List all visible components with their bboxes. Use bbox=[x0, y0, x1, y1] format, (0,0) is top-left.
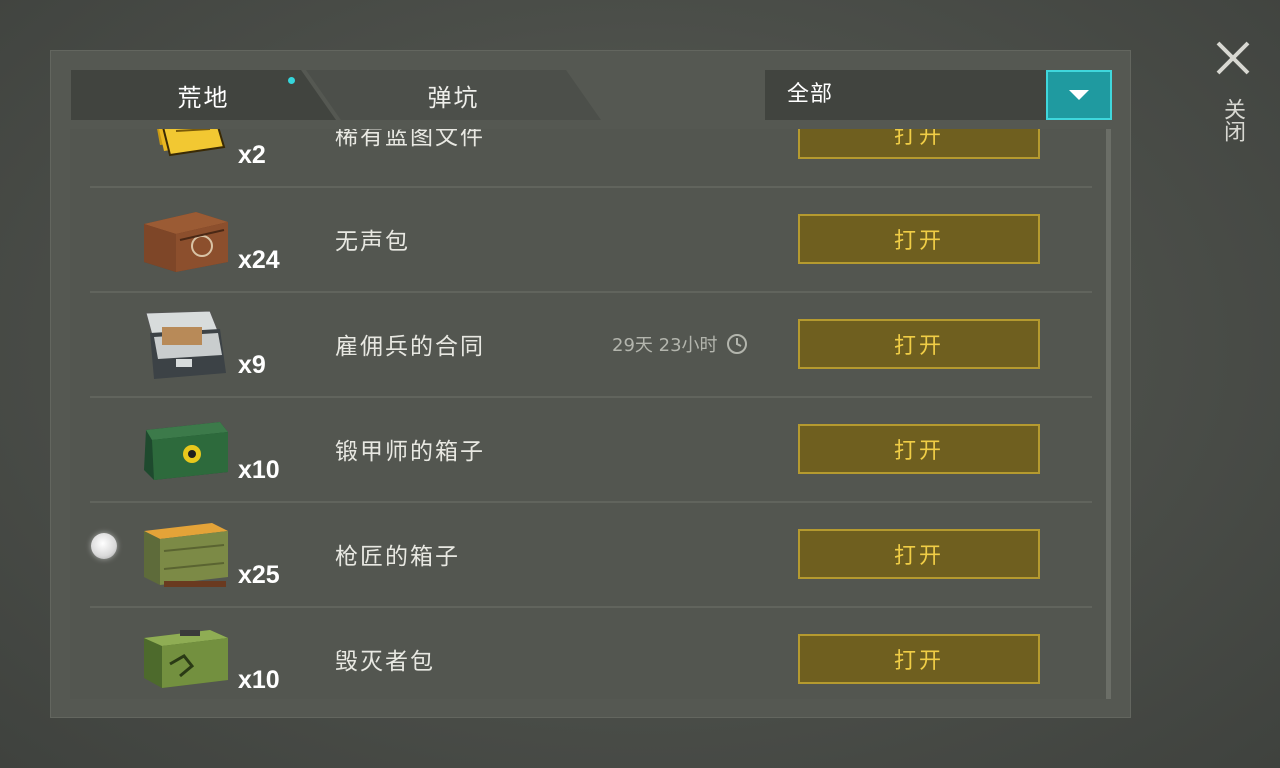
tab-label: 荒地 bbox=[177, 83, 230, 112]
item-name: 毁灭者包 bbox=[335, 649, 435, 675]
scrollbar[interactable] bbox=[1106, 129, 1111, 699]
item-count: x9 bbox=[238, 351, 266, 379]
item-name: 雇佣兵的合同 bbox=[335, 334, 485, 360]
item-name: 锻甲师的箱子 bbox=[335, 439, 485, 465]
item-name: 稀有蓝图文件 bbox=[335, 129, 485, 150]
green-biohazard-chest-icon bbox=[144, 422, 228, 480]
tab-wasteland[interactable]: 荒地 bbox=[71, 70, 336, 120]
open-button[interactable]: 打开 bbox=[798, 129, 1040, 159]
yellow-folder-icon bbox=[157, 129, 226, 157]
dropdown-toggle-button[interactable] bbox=[1046, 70, 1112, 120]
item-list[interactable]: x2 稀有蓝图文件 打开 x24 无声包 打开 x9 雇佣兵的合同 29天 23… bbox=[70, 129, 1111, 699]
inventory-panel: 荒地 弹坑 全部 x2 稀有蓝图文件 打开 x24 无声包 打开 x9 雇佣兵的… bbox=[50, 50, 1131, 718]
item-name: 无声包 bbox=[335, 229, 410, 255]
item-count: x10 bbox=[238, 456, 280, 484]
item-name: 枪匠的箱子 bbox=[335, 544, 460, 570]
close-icon bbox=[1216, 41, 1250, 75]
close-label: 关闭 bbox=[1220, 98, 1245, 142]
wooden-crate-icon bbox=[144, 212, 228, 272]
orange-crate-icon bbox=[144, 523, 228, 587]
open-button[interactable]: 打开 bbox=[798, 424, 1040, 474]
list-item: x10 锻甲师的箱子 打开 bbox=[90, 398, 1092, 503]
list-item: x9 雇佣兵的合同 29天 23小时 打开 bbox=[90, 293, 1092, 398]
list-item: x2 稀有蓝图文件 打开 bbox=[90, 129, 1092, 188]
timer-text: 29天 23小时 bbox=[612, 335, 718, 356]
open-button[interactable]: 打开 bbox=[798, 634, 1040, 684]
filter-dropdown[interactable]: 全部 bbox=[765, 70, 1112, 120]
list-item: x25 枪匠的箱子 打开 bbox=[90, 503, 1092, 608]
tab-bar: 荒地 弹坑 bbox=[71, 70, 631, 120]
close-button[interactable]: 关闭 bbox=[1205, 36, 1261, 156]
tab-crater[interactable]: 弹坑 bbox=[306, 70, 601, 120]
item-count: x10 bbox=[238, 666, 280, 694]
tab-label: 弹坑 bbox=[427, 83, 480, 112]
item-count: x25 bbox=[238, 561, 280, 589]
filter-selected-value: 全部 bbox=[787, 82, 834, 107]
item-count: x2 bbox=[238, 141, 266, 169]
open-button[interactable]: 打开 bbox=[798, 529, 1040, 579]
open-button[interactable]: 打开 bbox=[798, 214, 1040, 264]
list-item: x10 毁灭者包 打开 bbox=[90, 608, 1092, 699]
item-count: x24 bbox=[238, 246, 280, 274]
list-item: x24 无声包 打开 bbox=[90, 188, 1092, 293]
green-weapon-crate-icon bbox=[144, 630, 228, 688]
open-button[interactable]: 打开 bbox=[798, 319, 1040, 369]
expiry-timer: 29天 23小时 bbox=[612, 331, 748, 357]
clock-icon bbox=[726, 334, 747, 354]
chevron-down-icon bbox=[1069, 90, 1089, 100]
notification-dot-icon bbox=[288, 77, 295, 84]
metal-case-icon bbox=[145, 311, 226, 379]
selection-radio[interactable] bbox=[91, 533, 117, 559]
